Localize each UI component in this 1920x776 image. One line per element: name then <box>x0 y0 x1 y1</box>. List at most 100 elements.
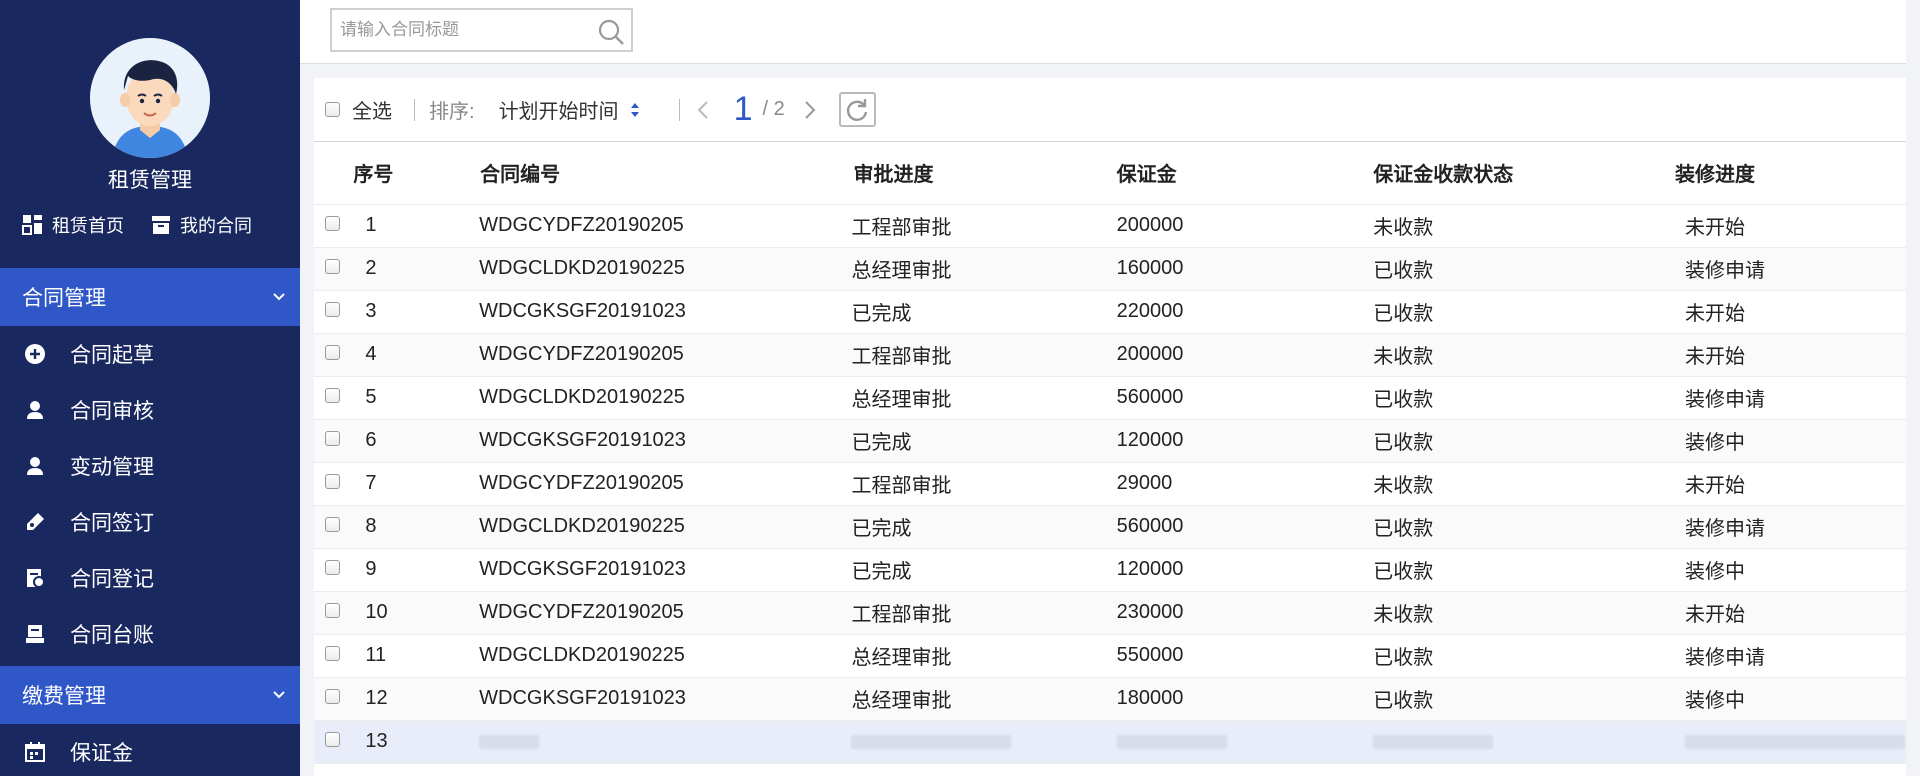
row-checkbox[interactable] <box>325 388 340 403</box>
cell-contract-no: WDCGKSGF20191023 <box>479 300 686 322</box>
table-row[interactable]: 9 WDCGKSGF20191023 已完成 120000 已收款 装修中 <box>314 548 1906 591</box>
row-checkbox[interactable] <box>325 216 340 231</box>
contract-table: 序号 合同编号 审批进度 保证金 保证金收款状态 装修进度 1 WDGCYDFZ2… <box>314 142 1906 764</box>
nav-item-deposit[interactable]: 保证金 <box>0 724 300 776</box>
table-row[interactable]: 10 WDGCYDFZ20190205 工程部审批 230000 未收款 未开始 <box>314 591 1906 634</box>
chevron-down-icon <box>273 293 285 301</box>
row-checkbox[interactable] <box>325 345 340 360</box>
refresh-button[interactable] <box>838 92 876 127</box>
quick-link-my-contracts[interactable]: 我的合同 <box>150 212 252 238</box>
nav-group-payment-management[interactable]: 缴费管理 <box>0 666 300 724</box>
table-row[interactable]: 8 WDGCLDKD20190225 已完成 560000 已收款 装修申请 <box>314 505 1906 548</box>
nav-item-contract-signing[interactable]: 合同签订 <box>0 494 300 550</box>
avatar[interactable] <box>90 38 210 158</box>
plus-circle-icon <box>24 343 46 365</box>
cell-contract-no: WDCGKSGF20191023 <box>479 429 686 451</box>
nav-item-contract-draft[interactable]: 合同起草 <box>0 326 300 382</box>
cell-deposit: 230000 <box>1116 601 1184 623</box>
row-checkbox-cell <box>314 376 353 419</box>
cell-deposit: 560000 <box>1116 515 1184 537</box>
row-checkbox[interactable] <box>325 603 340 618</box>
row-checkbox[interactable] <box>325 431 340 446</box>
header-deposit-status: 保证金收款状态 <box>1373 164 1514 187</box>
nav-item-change-management[interactable]: 变动管理 <box>0 438 300 494</box>
cell-deposit-status <box>1341 720 1673 763</box>
table-row[interactable]: 5 WDGCLDKD20190225 总经理审批 560000 已收款 装修申请 <box>314 376 1906 419</box>
table-row[interactable]: 2 WDGCLDKD20190225 总经理审批 160000 已收款 装修申请 <box>314 247 1906 290</box>
refresh-icon <box>847 98 868 121</box>
obscured-text <box>479 734 540 749</box>
cell-approval: 工程部审批 <box>851 217 952 239</box>
row-checkbox-cell <box>314 505 353 548</box>
main-content: 全选 排序: 计划开始时间 1 / 2 <box>300 0 1920 776</box>
table-body: 1 WDGCYDFZ20190205 工程部审批 200000 未收款 未开始 2 WDGCL… <box>314 204 1906 763</box>
header-decoration: 装修进度 <box>1674 164 1755 187</box>
row-checkbox[interactable] <box>325 474 340 489</box>
archive-icon <box>152 216 170 234</box>
cell-index: 8 <box>365 515 377 537</box>
table-row[interactable]: 1 WDGCYDFZ20190205 工程部审批 200000 未收款 未开始 <box>314 204 1906 247</box>
ledger-icon <box>24 623 46 645</box>
nav-item-contract-register[interactable]: 合同登记 <box>0 550 300 606</box>
table-row[interactable]: 7 WDGCYDFZ20190205 工程部审批 29000 未收款 未开始 <box>314 462 1906 505</box>
row-checkbox[interactable] <box>325 302 340 317</box>
row-checkbox[interactable] <box>325 732 340 747</box>
quick-link-my-contracts-label: 我的合同 <box>180 216 252 236</box>
cell-index: 2 <box>365 257 377 279</box>
sort-label: 排序: <box>429 101 475 123</box>
cell-decoration: 装修申请 <box>1684 260 1765 282</box>
nav-item-contract-review[interactable]: 合同审核 <box>0 382 300 438</box>
cell-deposit-status: 已收款 <box>1373 303 1434 325</box>
cell-deposit: 560000 <box>1116 386 1184 408</box>
table-row[interactable]: 13 <box>314 720 1906 763</box>
cell-approval: 工程部审批 <box>851 346 952 368</box>
sort-select[interactable]: 计划开始时间 <box>499 95 641 124</box>
cell-approval: 工程部审批 <box>851 604 952 626</box>
table-row[interactable]: 12 WDCGKSGF20191023 总经理审批 180000 已收款 装修中 <box>314 677 1906 720</box>
pen-icon <box>24 511 46 533</box>
cell-deposit-status: 已收款 <box>1373 432 1434 454</box>
cell-deposit: 120000 <box>1116 429 1184 451</box>
nav-item-label: 变动管理 <box>70 456 154 479</box>
row-checkbox[interactable] <box>325 560 340 575</box>
quick-link-home[interactable]: 租赁首页 <box>22 212 124 238</box>
table-row[interactable]: 11 WDGCLDKD20190225 总经理审批 550000 已收款 装修申请 <box>314 634 1906 677</box>
cell-deposit-status: 未收款 <box>1373 604 1434 626</box>
cell-contract-no: WDGCYDFZ20190205 <box>479 601 684 623</box>
nav-item-contract-ledger[interactable]: 合同台账 <box>0 606 300 662</box>
table-row[interactable]: 6 WDCGKSGF20191023 已完成 120000 已收款 装修中 <box>314 419 1906 462</box>
cell-decoration: 装修中 <box>1684 561 1745 583</box>
profile-name: 租赁管理 <box>108 169 192 192</box>
dashboard-icon <box>22 215 42 235</box>
row-checkbox[interactable] <box>325 689 340 704</box>
row-checkbox[interactable] <box>325 646 340 661</box>
nav-group-contract-management[interactable]: 合同管理 <box>0 268 300 326</box>
select-all-checkbox[interactable] <box>325 102 340 117</box>
search-input[interactable] <box>332 10 582 50</box>
next-page-button[interactable] <box>803 100 817 120</box>
row-checkbox-cell <box>314 677 353 720</box>
cell-decoration: 未开始 <box>1684 346 1745 368</box>
chevron-right-icon <box>805 100 816 119</box>
cell-decoration: 装修申请 <box>1684 647 1765 669</box>
cell-contract-no: WDGCLDKD20190225 <box>479 644 685 666</box>
row-checkbox-cell <box>314 634 353 677</box>
row-checkbox[interactable] <box>325 259 340 274</box>
table-row[interactable]: 3 WDCGKSGF20191023 已完成 220000 已收款 未开始 <box>314 290 1906 333</box>
cell-contract-no: WDGCYDFZ20190205 <box>479 472 684 494</box>
list-toolbar: 全选 排序: 计划开始时间 1 / 2 <box>314 78 1906 142</box>
table-header-row: 序号 合同编号 审批进度 保证金 保证金收款状态 装修进度 <box>314 142 1906 204</box>
header-approval: 审批进度 <box>853 164 934 187</box>
row-checkbox-cell <box>314 204 353 247</box>
select-all[interactable]: 全选 <box>325 95 392 124</box>
search-icon[interactable] <box>597 18 625 46</box>
table-row[interactable]: 4 WDGCYDFZ20190205 工程部审批 200000 未收款 未开始 <box>314 333 1906 376</box>
pagination: 1 / 2 <box>696 90 876 129</box>
row-checkbox-cell <box>314 419 353 462</box>
row-checkbox-cell <box>314 462 353 505</box>
row-checkbox[interactable] <box>325 517 340 532</box>
cell-deposit-status: 未收款 <box>1373 217 1434 239</box>
prev-page-button[interactable] <box>696 100 710 120</box>
cell-approval: 总经理审批 <box>851 260 952 282</box>
row-checkbox-cell <box>314 333 353 376</box>
